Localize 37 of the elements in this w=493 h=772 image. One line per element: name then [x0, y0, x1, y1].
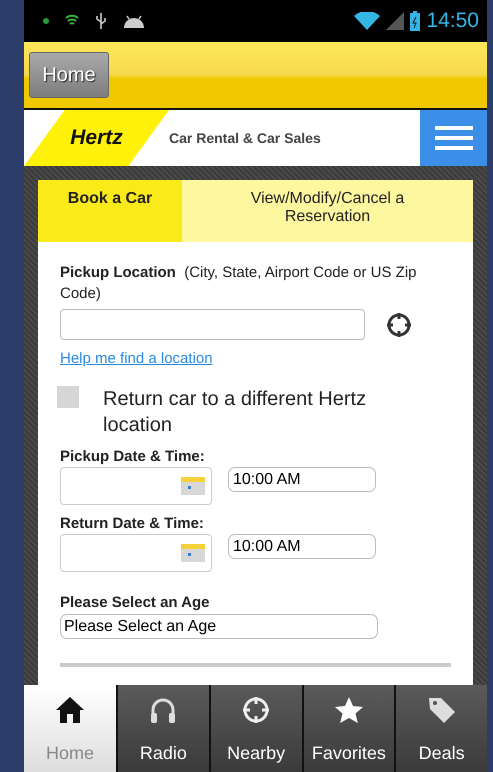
locate-icon[interactable]	[385, 310, 413, 338]
house-icon	[55, 695, 85, 725]
nav-tab[interactable]: Nearby	[210, 685, 302, 772]
tab[interactable]: Book a Car	[38, 180, 182, 242]
menu-icon	[434, 126, 472, 150]
android-icon	[122, 13, 146, 29]
notification-dot-icon	[42, 17, 50, 25]
date-field[interactable]	[60, 534, 212, 572]
pickup-location-field[interactable]	[60, 309, 365, 340]
help-link[interactable]: Help me find a location	[60, 350, 213, 367]
star-icon	[334, 695, 364, 725]
time-field[interactable]: 10:00 AM	[228, 467, 376, 492]
cell-signal-icon	[386, 12, 404, 30]
tagline: Car Rental & Car Sales	[169, 130, 322, 146]
date-time-label: Pickup Date & Time:	[60, 448, 206, 465]
checkbox-label: Return car to a different Hertz location	[103, 387, 368, 438]
menu-button[interactable]	[420, 110, 487, 166]
status-time: 14:50	[426, 9, 479, 33]
calendar-icon	[181, 544, 205, 562]
usb-icon	[94, 12, 108, 30]
calendar-icon	[181, 477, 205, 495]
wifi-icon	[354, 12, 380, 30]
checkbox[interactable]	[57, 386, 79, 408]
age-select[interactable]: Please Select an Age	[60, 614, 378, 639]
nav-tab[interactable]: Favorites	[304, 685, 394, 772]
nav-tab[interactable]: Radio	[118, 685, 209, 772]
battery-icon	[410, 11, 420, 31]
age-label: Please Select an Age	[60, 594, 211, 611]
nav-tab[interactable]: Deals	[396, 685, 487, 772]
locate-icon	[241, 695, 272, 725]
tag-icon	[426, 695, 457, 725]
hertz-logo: Hertz	[70, 126, 123, 150]
time-field[interactable]: 10:00 AM	[228, 534, 376, 559]
pickup-location-label: Pickup Location (City, State, Airport Code or US Zip Code)	[60, 263, 418, 304]
tab[interactable]: View/Modify/Cancel a Reservation	[182, 180, 473, 242]
date-field[interactable]	[60, 467, 212, 505]
date-time-label: Return Date & Time:	[60, 515, 205, 532]
